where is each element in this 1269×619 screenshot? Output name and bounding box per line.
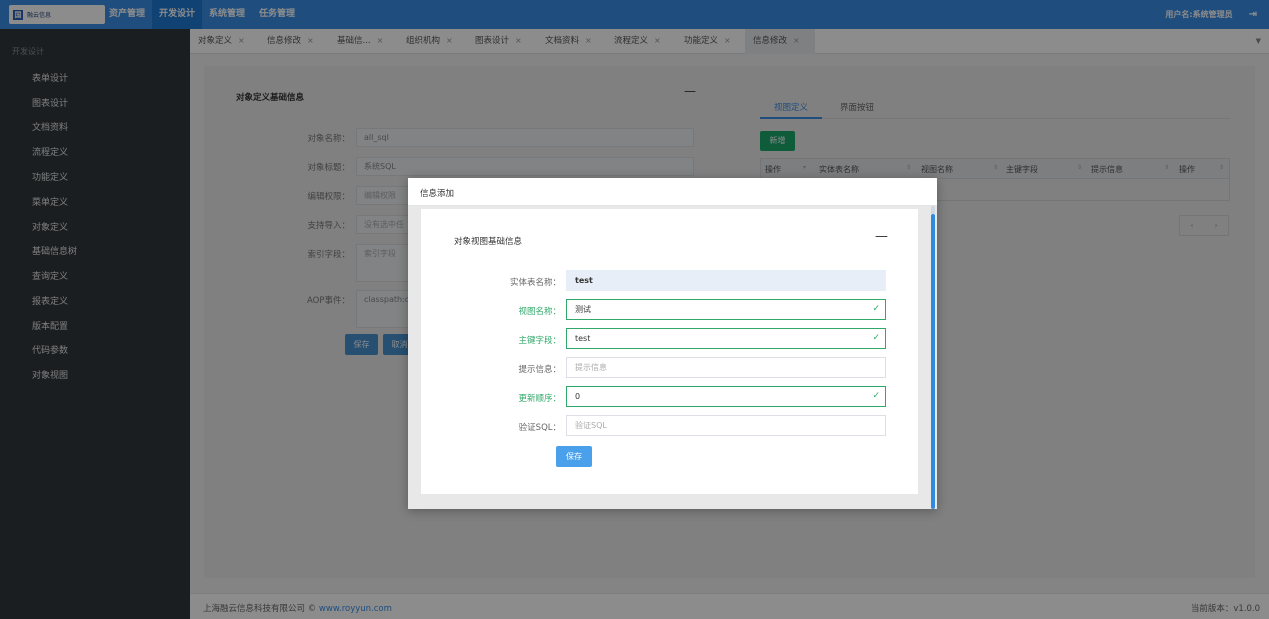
validate-sql-input[interactable]: 验证SQL [566, 415, 886, 436]
scrollbar-track [931, 206, 935, 214]
dialog-scrollbar[interactable] [931, 214, 935, 509]
entity-table-label: 实体表名称： [509, 278, 561, 288]
dialog-save-button[interactable]: 保存 [556, 446, 592, 467]
validate-sql-label: 验证SQL： [518, 423, 561, 433]
view-name-input[interactable]: 测试 ✓ [566, 299, 886, 320]
view-name-label: 视图名称： [518, 307, 561, 317]
update-order-input[interactable]: 0 ✓ [566, 386, 886, 407]
check-icon: ✓ [872, 391, 880, 401]
update-order-label: 更新顺序： [518, 394, 561, 404]
check-icon: ✓ [872, 304, 880, 314]
entity-table-input[interactable]: test [566, 270, 886, 291]
collapse-icon[interactable]: — [875, 229, 888, 244]
primary-key-input[interactable]: test ✓ [566, 328, 886, 349]
check-icon: ✓ [872, 333, 880, 343]
section-title: 对象视图基础信息 [454, 237, 523, 247]
primary-key-label: 主键字段： [518, 336, 561, 346]
dialog-header: 信息添加 [408, 178, 937, 206]
info-add-dialog: 信息添加 对象视图基础信息 — 实体表名称： test 视图名称： 测试 ✓ 主键… [408, 178, 937, 509]
dialog-body: 对象视图基础信息 — 实体表名称： test 视图名称： 测试 ✓ 主键字段： t… [421, 209, 918, 494]
hint-info-input[interactable]: 提示信息 [566, 357, 886, 378]
hint-info-label: 提示信息： [518, 365, 561, 375]
dialog-title: 信息添加 [420, 189, 455, 199]
